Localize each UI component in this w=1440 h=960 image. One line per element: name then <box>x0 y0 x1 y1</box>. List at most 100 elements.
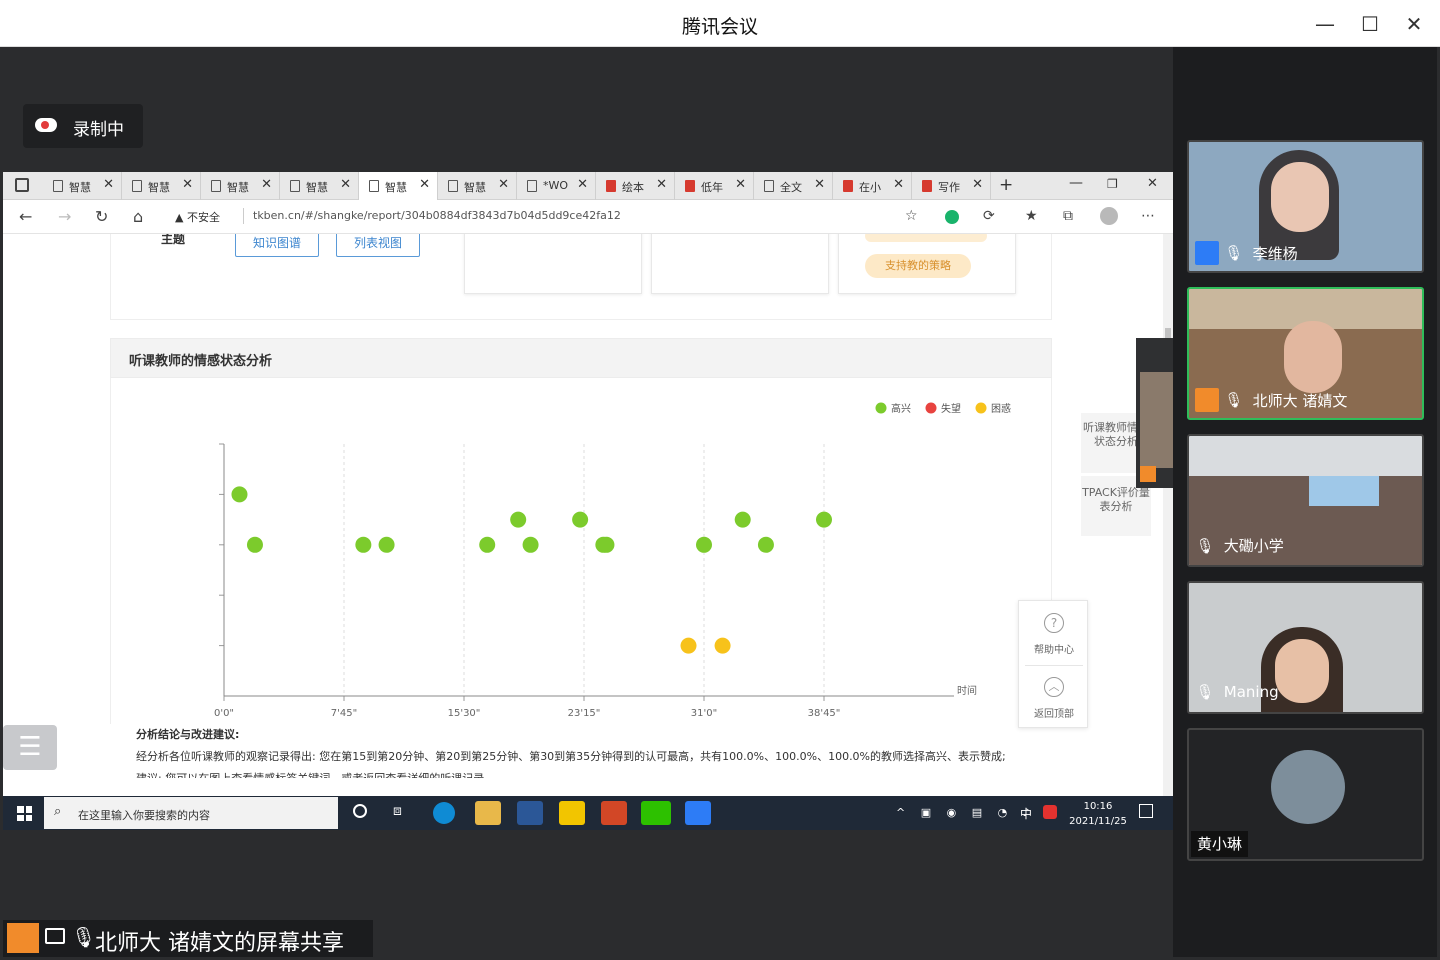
tab-label: 智慧 <box>227 181 249 194</box>
taskbar-clock[interactable]: 10:16 2021/11/25 <box>1058 799 1138 829</box>
extension-grammarly-icon[interactable] <box>945 210 959 224</box>
page-icon <box>211 180 221 192</box>
screen-share-text: 北师大 诸婧文的屏幕共享 <box>95 931 344 956</box>
avatar <box>1271 750 1345 824</box>
browser-tab[interactable]: 在小 ✕ <box>833 172 912 200</box>
help-icon[interactable]: ? <box>1044 613 1064 633</box>
new-tab-button[interactable]: + <box>999 175 1013 195</box>
participant-video-tile[interactable]: 🎙︎ 北师大 诸婧文 <box>1187 287 1424 420</box>
tab-close-icon[interactable]: ✕ <box>972 177 983 192</box>
windows-start-icon[interactable] <box>17 806 32 821</box>
ime-indicator[interactable]: 中 <box>1020 805 1032 822</box>
participant-video-tile[interactable]: 🎙︎ 李维杨 <box>1187 140 1424 273</box>
tab-close-icon[interactable]: ✕ <box>577 177 588 192</box>
back-to-top-link[interactable]: 返回顶部 <box>1019 705 1089 720</box>
tab-close-icon[interactable]: ✕ <box>103 177 114 192</box>
floating-video-tile[interactable] <box>1136 338 1173 488</box>
browser-minimize-icon[interactable]: — <box>1069 175 1083 191</box>
participant-video-tile[interactable]: 黄小琳 <box>1187 728 1424 861</box>
edge-icon[interactable] <box>433 802 455 824</box>
tab-close-icon[interactable]: ✕ <box>656 177 667 192</box>
tab-actions-icon[interactable] <box>15 178 29 192</box>
cortana-icon[interactable] <box>353 804 367 818</box>
powerpoint-icon[interactable] <box>601 801 627 825</box>
tag-pill <box>865 234 987 242</box>
file-explorer-icon[interactable] <box>475 801 501 825</box>
back-icon[interactable]: ← <box>19 207 32 226</box>
browser-tab[interactable]: 智慧 ✕ <box>201 172 280 200</box>
more-icon[interactable]: ⋯ <box>1141 208 1155 224</box>
browser-tab[interactable]: *WO ✕ <box>517 172 596 200</box>
browser-tab[interactable]: 低年 ✕ <box>675 172 754 200</box>
forward-icon[interactable]: → <box>58 207 71 226</box>
tab-close-icon[interactable]: ✕ <box>735 177 746 192</box>
minimize-icon[interactable]: — <box>1311 10 1339 38</box>
wechat-icon[interactable] <box>641 801 671 825</box>
participant-video-tile[interactable]: 🎙︎ Maning <box>1187 581 1424 714</box>
search-input[interactable]: 在这里输入你要搜索的内容 <box>78 807 210 823</box>
collections-icon[interactable]: ⧉ <box>1063 208 1073 224</box>
participant-name-bar: 黄小琳 <box>1191 831 1249 857</box>
knowledge-graph-button[interactable]: 知识图谱 <box>235 234 319 257</box>
browser-close-icon[interactable]: ✕ <box>1147 176 1158 191</box>
windows-taskbar: ⌕ 在这里输入你要搜索的内容 ⧈ ^ ▣ ◉ ▤ ◔ ♪ 中 10:16 202… <box>3 796 1173 830</box>
sogou-ime-icon[interactable] <box>1043 805 1057 819</box>
help-center-link[interactable]: 帮助中心 <box>1019 641 1089 656</box>
back-to-top-icon[interactable]: ︿ <box>1044 677 1064 697</box>
browser-tab[interactable]: 绘本 ✕ <box>596 172 675 200</box>
url-input[interactable]: tkben.cn/#/shangke/report/304b0884df3843… <box>253 209 621 222</box>
menu-button[interactable]: ☰ <box>3 725 57 770</box>
tencent-meeting-icon[interactable] <box>685 801 711 825</box>
browser-tab[interactable]: 写作 ✕ <box>912 172 991 200</box>
page-scrollbar[interactable] <box>1163 234 1173 796</box>
word-icon[interactable] <box>517 801 543 825</box>
x-tick-label: 0'0" <box>214 708 234 719</box>
tab-close-icon[interactable]: ✕ <box>814 177 825 192</box>
divider <box>1025 665 1083 666</box>
page-icon <box>527 180 537 192</box>
close-icon[interactable]: ✕ <box>1400 10 1428 38</box>
home-icon[interactable]: ⌂ <box>133 207 143 226</box>
legend-label: 困惑 <box>991 402 1011 415</box>
data-point <box>598 536 615 553</box>
browser-tab[interactable]: 全文 ✕ <box>754 172 833 200</box>
browser-tab[interactable]: 智慧 ✕ <box>280 172 359 200</box>
task-view-icon[interactable]: ⧈ <box>393 803 402 819</box>
browser-tab[interactable]: 智慧 ✕ <box>438 172 517 200</box>
recording-indicator[interactable]: 录制中 <box>23 104 143 148</box>
participant-video-tile[interactable]: 🎙︎ 大磡小学 <box>1187 434 1424 567</box>
refresh-icon[interactable]: ↻ <box>95 207 108 226</box>
list-view-button[interactable]: 列表视图 <box>336 234 420 257</box>
tab-close-icon[interactable]: ✕ <box>419 177 430 192</box>
browser-tab[interactable]: 智慧 ✕ <box>43 172 122 200</box>
notification-icon[interactable] <box>1139 804 1153 818</box>
participant-list: 🎙︎ 李维杨 🎙︎ 北师大 诸婧文 🎙︎ 大磡小学 🎙︎ Maning 黄小琳 <box>1173 47 1437 957</box>
page-icon <box>448 180 458 192</box>
tab-label: *WO <box>543 179 569 192</box>
browser-restore-icon[interactable]: ❐ <box>1107 177 1118 191</box>
sticky-notes-icon[interactable] <box>559 801 585 825</box>
avatar <box>1195 241 1219 265</box>
profile-avatar[interactable] <box>1100 207 1118 225</box>
tab-close-icon[interactable]: ✕ <box>182 177 193 192</box>
favorite-add-icon[interactable]: ☆ <box>905 208 918 224</box>
taskbar-search[interactable]: ⌕ 在这里输入你要搜索的内容 <box>44 797 338 829</box>
legend-marker <box>975 402 987 414</box>
favorites-icon[interactable]: ★ <box>1025 208 1038 224</box>
tab-close-icon[interactable]: ✕ <box>498 177 509 192</box>
browser-tab[interactable]: 智慧 ✕ <box>359 172 438 201</box>
tab-close-icon[interactable]: ✕ <box>340 177 351 192</box>
extension-icon[interactable]: ⟳ <box>983 208 995 224</box>
system-tray-icons[interactable]: ^ ▣ ◉ ▤ ◔ ♪ <box>896 806 1036 819</box>
conclusion-suggestion: 建议: 您可以在图上查看情感标签关键词，或者返回查看详细的听课记录 <box>136 768 1036 778</box>
security-warning[interactable]: ▲ 不安全 <box>175 209 220 225</box>
browser-tab[interactable]: 智慧 ✕ <box>122 172 201 200</box>
browser-tabbar: 智慧 ✕ 智慧 ✕ 智慧 ✕ 智慧 ✕ 智慧 ✕ 智慧 ✕ *WO ✕ 绘本 ✕ 低年 ✕ 全文 ✕ 在小 ✕ 写作 ✕ + … <box>3 172 1173 201</box>
maximize-icon[interactable]: ☐ <box>1356 10 1384 38</box>
data-point <box>572 511 589 528</box>
tab-close-icon[interactable]: ✕ <box>893 177 904 192</box>
tab-close-icon[interactable]: ✕ <box>261 177 272 192</box>
info-card <box>464 234 642 294</box>
recording-label: 录制中 <box>73 120 124 140</box>
clock-time: 10:16 <box>1083 801 1113 812</box>
